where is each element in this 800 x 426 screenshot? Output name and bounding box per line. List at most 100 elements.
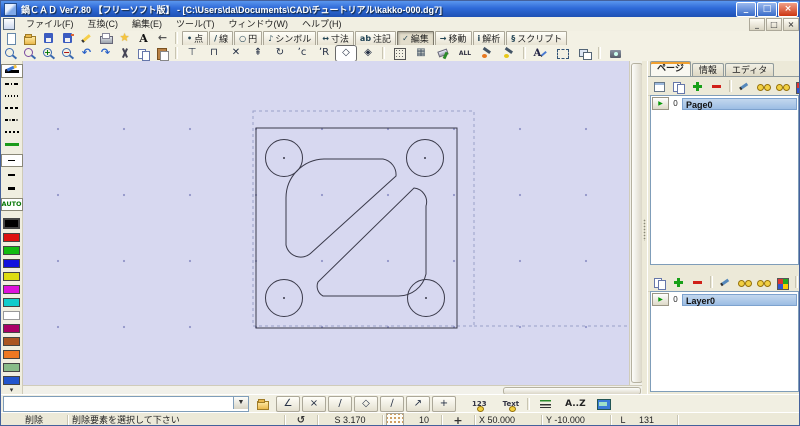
color-swatch-88bb88[interactable]	[3, 363, 20, 372]
tab-editor[interactable]: エディタ	[724, 63, 775, 76]
fillet-r-button[interactable]: ʼR	[313, 45, 335, 62]
snap-tangent-button[interactable]: ↗	[406, 395, 430, 412]
color-swatch-1111dd[interactable]	[3, 259, 20, 268]
font-settings-button[interactable]	[134, 31, 153, 45]
category-edit-button[interactable]: ✓ 編集	[397, 30, 434, 46]
auto-style-button[interactable]: AUTO	[1, 198, 23, 211]
line-width-thick-button[interactable]	[1, 182, 23, 195]
edit-all-button[interactable]	[454, 45, 476, 62]
snap-on-element-button[interactable]: ∕	[380, 395, 404, 412]
page-pen-button[interactable]	[735, 78, 754, 95]
undo-button[interactable]	[77, 46, 96, 60]
fillet-c-button[interactable]: ʼc	[291, 45, 313, 62]
color-swatch-aa0066[interactable]	[3, 324, 20, 333]
line-style-fine-dash-button[interactable]	[1, 126, 23, 138]
line-width-medium-button[interactable]	[1, 168, 23, 181]
snap-intersection-button[interactable]: ×	[302, 395, 326, 412]
grid-toggle-button[interactable]	[386, 413, 404, 425]
move-status-icon[interactable]	[442, 414, 475, 425]
maximize-button[interactable]: □	[757, 1, 777, 17]
layer-pen-button[interactable]	[716, 274, 735, 291]
duplicate-button[interactable]	[573, 45, 595, 62]
mdi-restore-button[interactable]: □	[766, 17, 782, 31]
category-line-button[interactable]: / 線	[209, 30, 234, 46]
close-button[interactable]: ×	[778, 1, 798, 17]
menu-window[interactable]: ウィンドウ(W)	[222, 18, 296, 31]
favorites-button[interactable]	[115, 31, 134, 45]
color-swatch-ee7722[interactable]	[3, 350, 20, 359]
back-button[interactable]	[153, 31, 172, 45]
mdi-minimize-button[interactable]: _	[749, 17, 765, 31]
delete-button[interactable]: ◇	[335, 44, 357, 62]
snap-free-button[interactable]: +	[432, 395, 456, 412]
category-move-button[interactable]: → 移動	[434, 30, 472, 46]
panel-horizontal-splitter[interactable]	[650, 265, 799, 273]
text-input-button[interactable]: Text	[501, 400, 521, 412]
attribute-brush-button[interactable]	[476, 45, 498, 62]
layer-row[interactable]: ▶ 0 Layer0	[652, 293, 797, 306]
page-row[interactable]: ▶ 0 Page0	[652, 97, 797, 110]
capture-button[interactable]	[604, 45, 626, 62]
color-swatch-2255cc[interactable]	[3, 376, 20, 385]
mesh-button[interactable]	[410, 45, 432, 62]
color-swatch-dddd11[interactable]	[3, 272, 20, 281]
tab-info[interactable]: 情報	[691, 63, 724, 76]
color-swatch-000000[interactable]	[3, 218, 20, 229]
remove-layer-button[interactable]	[688, 274, 707, 291]
layer-visible-button[interactable]: ▶	[652, 293, 669, 306]
mdi-close-button[interactable]: ×	[783, 17, 799, 31]
snap-endpoint-button[interactable]: ∠	[276, 395, 300, 412]
line-format-button[interactable]	[536, 397, 555, 411]
numeric-input-button[interactable]: 123	[470, 400, 489, 412]
show-all-pages-button[interactable]	[754, 78, 773, 95]
line-style-dash-dot-button[interactable]	[1, 78, 23, 90]
color-swatch-dd11dd[interactable]	[3, 285, 20, 294]
rotate-status-icon[interactable]	[285, 414, 318, 425]
rotate-button[interactable]: ↻	[269, 45, 291, 62]
trim-button[interactable]: ⊤	[181, 45, 203, 62]
color-swatch-ffffff[interactable]	[3, 311, 20, 320]
layer-colors-button[interactable]	[773, 274, 792, 291]
show-current-layer-button[interactable]	[754, 274, 773, 291]
category-script-button[interactable]: § スクリプト	[506, 30, 568, 46]
combobox-dropdown-icon[interactable]: ▼	[233, 396, 248, 409]
hatch-button[interactable]	[388, 45, 410, 62]
category-point-button[interactable]: • 点	[182, 30, 209, 46]
new-file-button[interactable]	[1, 31, 20, 45]
page-list[interactable]: ▶ 0 Page0	[650, 95, 799, 265]
menu-file[interactable]: ファイル(F)	[19, 18, 81, 31]
category-analysis-button[interactable]: i 解析	[472, 30, 506, 46]
style-brush-button[interactable]	[498, 45, 520, 62]
range-delete-button[interactable]: ◈	[357, 45, 379, 62]
zoom-out-button[interactable]	[58, 46, 77, 60]
menu-convert[interactable]: 互換(C)	[81, 18, 126, 31]
save-as-button[interactable]	[58, 31, 77, 45]
line-style-dash-dot-dot-button[interactable]	[1, 114, 23, 126]
select-move-button[interactable]	[551, 45, 573, 62]
copy-button[interactable]	[134, 46, 153, 61]
line-style-green-solid-button[interactable]	[1, 138, 23, 150]
line-style-dashed-button[interactable]	[1, 102, 23, 114]
category-symbol-button[interactable]: ♪ シンボル	[263, 30, 317, 46]
menu-help[interactable]: ヘルプ(H)	[295, 18, 349, 31]
add-page-button[interactable]	[688, 78, 707, 95]
page-properties-button[interactable]	[650, 78, 669, 95]
copy-page-button[interactable]	[669, 78, 688, 95]
menu-edit[interactable]: 編集(E)	[125, 18, 169, 31]
show-current-page-button[interactable]	[773, 78, 792, 95]
vertical-scrollbar[interactable]	[629, 61, 643, 385]
redo-button[interactable]	[96, 46, 115, 60]
page-visible-button[interactable]: ▶	[652, 97, 669, 110]
zoom-window-button[interactable]	[20, 46, 39, 60]
show-all-layers-button[interactable]	[735, 274, 754, 291]
edit-drawing-button[interactable]	[77, 31, 96, 45]
snap-folder-button[interactable]	[253, 397, 272, 411]
cad-drawing[interactable]	[23, 61, 629, 385]
zoom-in-button[interactable]	[39, 46, 58, 60]
command-combobox-value[interactable]	[4, 397, 233, 411]
add-layer-button[interactable]	[669, 274, 688, 291]
color-swatch-11bb11[interactable]	[3, 246, 20, 255]
extend-button[interactable]: ⊓	[203, 45, 225, 62]
layer-list[interactable]: ▶ 0 Layer0	[650, 291, 799, 392]
color-swatch-dd1111[interactable]	[3, 233, 20, 242]
